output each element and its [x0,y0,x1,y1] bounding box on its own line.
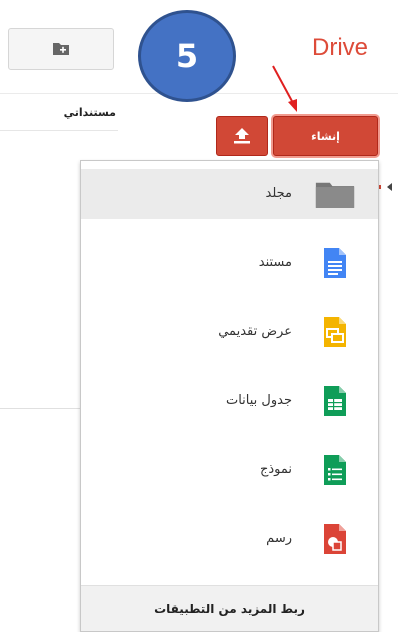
menu-pointer-icon [387,183,392,191]
new-folder-button[interactable] [8,28,114,70]
form-icon [315,445,355,495]
create-menu: مجلد مستند عرض تقديمي جدول بيانات نموذج … [80,160,379,632]
step-badge: 5 [138,10,236,102]
sidebar-divider [0,130,118,131]
presentation-icon [315,307,355,357]
document-icon [315,238,355,288]
connect-more-apps-link[interactable]: ربط المزيد من التطبيقات [81,585,378,631]
spreadsheet-icon [315,376,355,426]
upload-icon [234,128,250,144]
menu-item-folder[interactable]: مجلد [81,169,378,219]
menu-item-presentation[interactable]: عرض تقديمي [81,307,378,357]
menu-item-label: عرض تقديمي [218,324,292,339]
menu-item-label: رسم [266,531,292,546]
menu-item-form[interactable]: نموذج [81,445,378,495]
folder-plus-icon [53,43,69,55]
create-button[interactable]: إنشاء [273,116,378,156]
upload-button[interactable] [216,116,268,156]
my-drive-label[interactable]: مستنداتي [46,106,116,119]
menu-item-label: نموذج [259,462,292,477]
menu-item-document[interactable]: مستند [81,238,378,288]
menu-item-label: مجلد [265,186,292,201]
folder-icon [315,169,355,219]
drive-logo: Drive [312,34,369,61]
menu-item-spreadsheet[interactable]: جدول بيانات [81,376,378,426]
menu-item-label: جدول بيانات [225,393,292,408]
menu-item-label: مستند [258,255,292,270]
drawing-icon [315,514,355,564]
menu-item-drawing[interactable]: رسم [81,514,378,564]
lower-divider [0,408,82,409]
